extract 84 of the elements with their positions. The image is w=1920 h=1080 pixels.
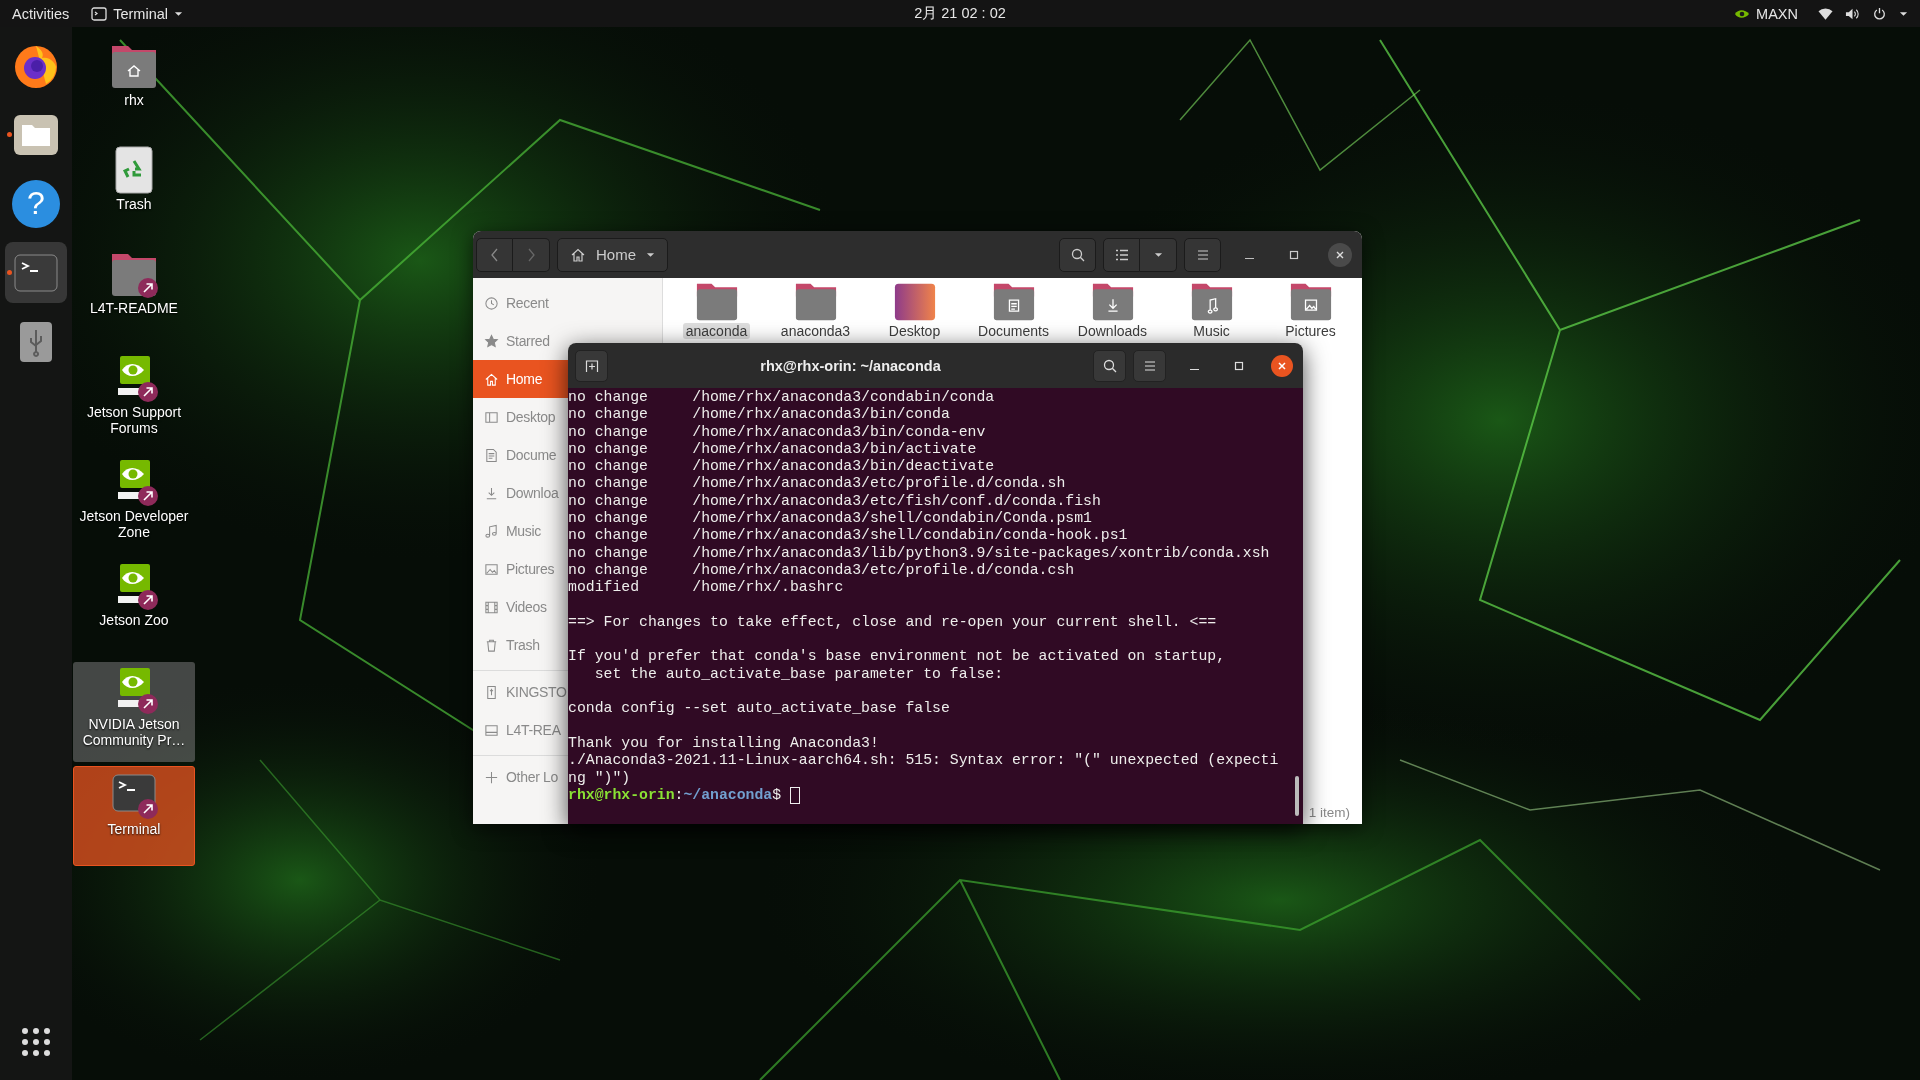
terminal-line: no change /home/rhx/anaconda3/etc/profile.d/conda.sh (568, 475, 1067, 493)
grid-icon (21, 1027, 51, 1057)
desktop-icon[interactable]: L4T-README (73, 246, 195, 346)
terminal-line: modified /home/rhx/.bashrc (568, 579, 845, 597)
terminal-line: no change /home/rhx/anaconda3/bin/deactivate (568, 458, 996, 476)
home-icon (484, 371, 499, 387)
search-button[interactable] (1093, 349, 1126, 382)
film-icon (484, 599, 499, 615)
scrollbar[interactable] (1295, 776, 1299, 816)
desktop-icon[interactable]: Trash (73, 142, 195, 242)
terminal-line: ./Anaconda3-2021.11-Linux-aarch64.sh: 515: Syntax error: "(" unexpected (expecti (568, 752, 1280, 770)
document-icon (484, 447, 499, 463)
caret-icon (1153, 251, 1163, 258)
close-button[interactable] (1271, 354, 1293, 377)
terminal-line: no change /home/rhx/anaconda3/bin/activate (568, 440, 978, 459)
prompt-line: rhx@rhx-orin:~/anaconda$ (568, 786, 783, 805)
terminal-line: no change /home/rhx/anaconda3/shell/condabin/Conda.psm1 (568, 510, 1093, 528)
clock-icon (484, 295, 499, 311)
window-title: rhx@rhx-orin: ~/anaconda (759, 357, 942, 374)
folder-item[interactable]: anaconda (667, 280, 766, 339)
caret-icon (646, 251, 655, 258)
app-menu[interactable]: Terminal (83, 2, 191, 25)
desktop-icon[interactable]: rhx (73, 38, 195, 138)
terminal-line: ==> For changes to take effect, close and re-open your current shell. <== (568, 613, 1218, 632)
wifi-icon[interactable] (1818, 6, 1833, 21)
power-icon[interactable] (1872, 6, 1887, 21)
terminal-line: no change /home/rhx/anaconda3/bin/conda (568, 406, 951, 424)
terminal-line: set the auto_activate_base parameter to false: (593, 665, 1005, 684)
folder-item[interactable]: anaconda3 (766, 280, 865, 339)
desktop-icon[interactable]: Terminal (73, 766, 195, 866)
menu-button[interactable] (1184, 237, 1221, 272)
desktop-icon[interactable]: NVIDIA Jetson Community Pr… (73, 662, 195, 762)
view-button[interactable] (1103, 237, 1140, 272)
image-icon (484, 561, 499, 577)
desktop-icon[interactable]: Jetson Support Forums (73, 350, 195, 450)
music-note-icon (484, 523, 499, 539)
close-icon (1276, 359, 1288, 372)
download-icon (484, 485, 499, 501)
terminal-icon (91, 6, 108, 21)
home-icon (570, 246, 586, 263)
terminal-line: If you'd prefer that conda's base environment not be activated on startup, (568, 648, 1227, 666)
path-bar-button[interactable]: Home (557, 237, 668, 272)
menu-button[interactable] (1133, 349, 1166, 382)
minimize-icon (1244, 257, 1254, 260)
plus-icon (484, 769, 499, 785)
search-button[interactable] (1059, 237, 1096, 272)
cursor (790, 786, 800, 804)
desktop-icon[interactable]: Jetson Zoo (73, 558, 195, 658)
terminal-line: no change /home/rhx/anaconda3/etc/fish/conf.d/conda.fish (568, 492, 1102, 511)
caret-icon[interactable] (1899, 10, 1908, 17)
folder-item[interactable]: Downloads (1063, 280, 1162, 339)
terminal-line: no change /home/rhx/anaconda3/etc/profile.d/conda.csh (568, 561, 1076, 580)
new-tab-icon (583, 357, 600, 374)
search-icon (1069, 246, 1086, 263)
activities-button[interactable]: Activities (4, 2, 78, 25)
drive-icon (484, 722, 499, 738)
usb-drive-icon (484, 684, 499, 700)
terminal-line: no change /home/rhx/anaconda3/bin/conda-env (568, 423, 987, 441)
help-icon: ? (12, 179, 60, 228)
terminal-line: ng ")") (568, 769, 632, 787)
terminal-line: conda config --set auto_activate_base false (568, 700, 951, 718)
folder-item[interactable]: Desktop (865, 280, 964, 339)
star-icon (484, 333, 499, 349)
terminal-line: no change /home/rhx/anaconda3/lib/python3.9/site-packages/xontrib/conda.xsh (568, 544, 1271, 562)
search-icon (1101, 357, 1118, 374)
terminal-line: no change /home/rhx/anaconda3/condabin/conda (568, 389, 996, 407)
volume-icon[interactable] (1845, 6, 1860, 21)
folder-item[interactable]: Documents (964, 280, 1063, 339)
power-mode-indicator[interactable]: MAXN (1726, 2, 1806, 25)
screen-icon (484, 409, 499, 425)
terminal-line: no change /home/rhx/anaconda3/shell/condabin/conda-hook.ps1 (568, 527, 1129, 545)
minimize-icon (1189, 368, 1199, 371)
new-tab-button[interactable] (575, 349, 608, 382)
clock[interactable]: 2月 21 02 : 02 (906, 1, 1014, 26)
folder-item[interactable]: Music (1162, 280, 1261, 339)
maximize-icon (1233, 359, 1245, 372)
status-text: 1 item) (1308, 805, 1350, 820)
terminal-line: Thank you for installing Anaconda3! (568, 734, 880, 753)
folder-item[interactable]: Pictures (1261, 280, 1360, 339)
maximize-icon (1288, 248, 1300, 261)
desktop-icon[interactable]: Jetson Developer Zone (73, 454, 195, 554)
trash-icon (484, 637, 499, 653)
sidebar-item[interactable]: Home (473, 360, 568, 398)
caret-icon (174, 10, 183, 17)
